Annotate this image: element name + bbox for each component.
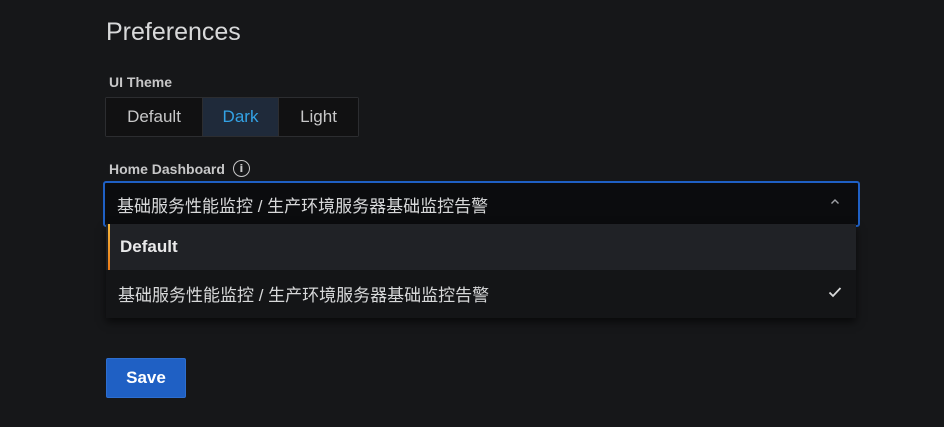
ui-theme-radio-group: Default Dark Light <box>105 97 359 137</box>
page-title: Preferences <box>106 18 241 46</box>
home-dashboard-select[interactable]: 基础服务性能监控 / 生产环境服务器基础监控告警 <box>103 181 860 227</box>
dropdown-option-default[interactable]: Default <box>106 224 856 270</box>
theme-option-default[interactable]: Default <box>106 98 202 136</box>
home-dashboard-select-value: 基础服务性能监控 / 生产环境服务器基础监控告警 <box>117 196 489 216</box>
theme-option-dark[interactable]: Dark <box>202 98 278 136</box>
theme-option-light[interactable]: Light <box>278 98 358 136</box>
preferences-page: Preferences UI Theme Default Dark Light … <box>0 0 944 427</box>
dropdown-option-dashboard[interactable]: 基础服务性能监控 / 生产环境服务器基础监控告警 <box>106 270 856 316</box>
chevron-up-icon[interactable] <box>830 197 840 207</box>
check-icon <box>828 287 842 298</box>
home-dashboard-label: Home Dashboard <box>109 160 225 177</box>
ui-theme-label: UI Theme <box>109 74 173 90</box>
save-button[interactable]: Save <box>106 358 186 398</box>
dropdown-option-label: 基础服务性能监控 / 生产环境服务器基础监控告警 <box>118 285 490 305</box>
home-dashboard-label-row: Home Dashboard i <box>109 160 250 177</box>
info-circle-icon[interactable]: i <box>232 160 250 177</box>
dropdown-option-label: Default <box>120 237 178 256</box>
home-dashboard-dropdown-menu: Default 基础服务性能监控 / 生产环境服务器基础监控告警 <box>106 224 856 318</box>
